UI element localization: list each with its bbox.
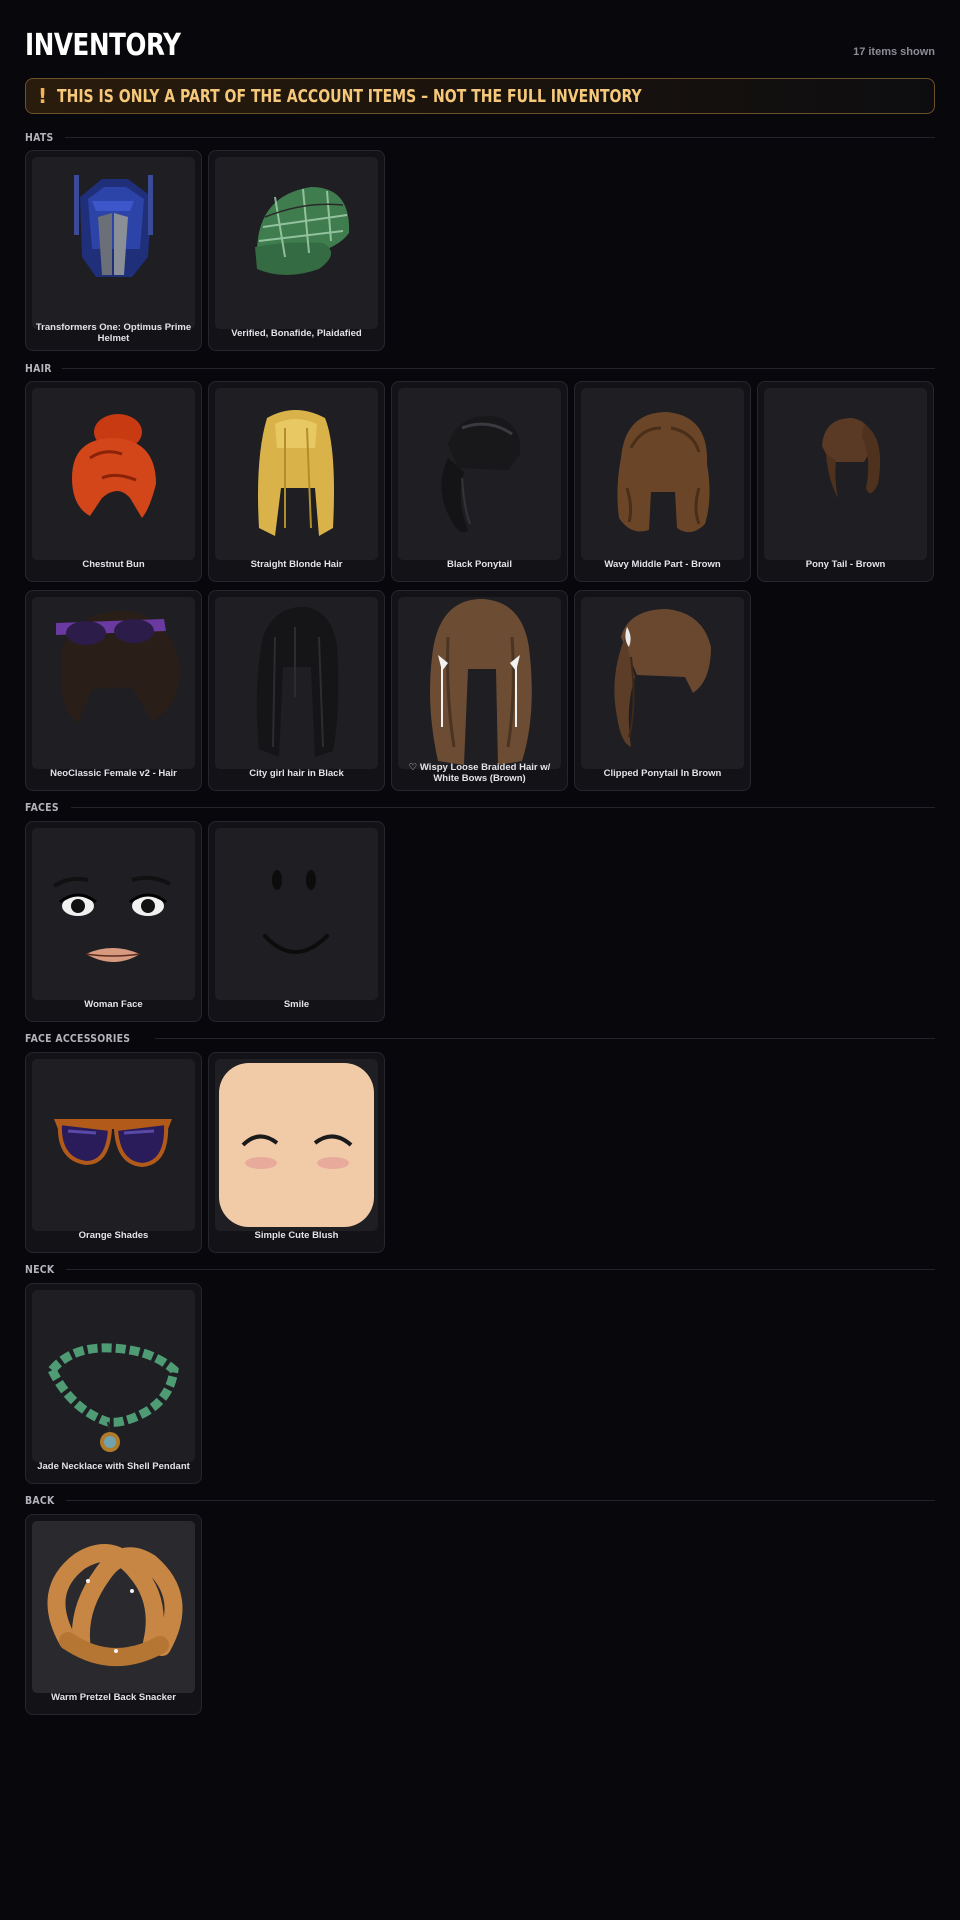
item-name: Verified, Bonafide, Plaidafied — [231, 327, 362, 339]
section-neck: NECK — [25, 1262, 935, 1276]
section-back: BACK — [25, 1493, 935, 1507]
section-label: FACE ACCESSORIES — [25, 1031, 131, 1045]
item-name: Smile — [283, 998, 310, 1010]
section-divider — [64, 136, 935, 138]
blonde-hair-icon — [215, 388, 378, 560]
section-divider — [70, 806, 935, 808]
black-long-hair-icon — [215, 597, 378, 769]
item-card[interactable]: Verified, Bonafide, Plaidafied — [208, 150, 385, 351]
jade-necklace-icon — [32, 1290, 195, 1462]
item-name: Jade Necklace with Shell Pendant — [37, 1460, 190, 1472]
warning-banner: ! THIS IS ONLY A PART OF THE ACCOUNT ITE… — [25, 78, 935, 114]
item-card[interactable]: Jade Necklace with Shell Pendant — [25, 1283, 202, 1484]
section-label: HATS — [25, 130, 54, 144]
plaid-cap-icon — [215, 157, 378, 329]
section-label: NECK — [25, 1262, 55, 1276]
item-name: ♡ Wispy Loose Braided Hair w/ White Bows… — [408, 762, 551, 784]
section-label: FACES — [25, 800, 59, 814]
item-card[interactable]: Straight Blonde Hair — [208, 381, 385, 582]
item-name: Clipped Ponytail In Brown — [603, 767, 722, 779]
item-card[interactable]: Warm Pretzel Back Snacker — [25, 1514, 202, 1715]
hair-with-glasses-icon — [32, 597, 195, 769]
item-card[interactable]: Orange Shades — [25, 1052, 202, 1253]
pretzel-icon — [32, 1521, 195, 1693]
black-ponytail-icon — [398, 388, 561, 560]
red-bun-hair-icon — [32, 388, 195, 560]
item-name: Transformers One: Optimus Prime Helmet — [35, 322, 192, 344]
section-divider — [65, 1268, 935, 1270]
optimus-helmet-icon — [32, 157, 195, 329]
item-name: Black Ponytail — [447, 558, 512, 570]
page-header: INVENTORY 17 items shown — [25, 24, 935, 64]
section-label: HAIR — [25, 361, 52, 375]
braided-hair-bows-icon — [398, 597, 561, 769]
section-face-accessories: FACE ACCESSORIES — [25, 1031, 935, 1045]
section-divider — [65, 1499, 935, 1501]
item-card[interactable]: Simple Cute Blush — [208, 1052, 385, 1253]
smile-face-icon — [215, 828, 378, 1000]
section-hair: HAIR — [25, 361, 935, 375]
blush-face-icon — [215, 1059, 378, 1231]
items-count: 17 items shown — [853, 46, 935, 58]
page-title: INVENTORY — [25, 28, 181, 63]
item-name: NeoClassic Female v2 - Hair — [50, 767, 177, 779]
warning-icon: ! — [38, 84, 48, 108]
item-name: Warm Pretzel Back Snacker — [51, 1691, 176, 1703]
item-card[interactable]: Clipped Ponytail In Brown — [574, 590, 751, 791]
item-card[interactable]: Woman Face — [25, 821, 202, 1022]
item-name: Pony Tail - Brown — [805, 558, 886, 570]
item-card[interactable]: Smile — [208, 821, 385, 1022]
section-faces: FACES — [25, 800, 935, 814]
item-name: City girl hair in Black — [249, 767, 344, 779]
warning-text: THIS IS ONLY A PART OF THE ACCOUNT ITEMS… — [57, 85, 642, 107]
item-card[interactable]: City girl hair in Black — [208, 590, 385, 791]
item-name: Simple Cute Blush — [254, 1229, 339, 1241]
item-card[interactable]: Transformers One: Optimus Prime Helmet — [25, 150, 202, 351]
section-divider — [154, 1037, 935, 1039]
orange-shades-icon — [32, 1059, 195, 1231]
item-name: Chestnut Bun — [82, 558, 145, 570]
wavy-brown-hair-icon — [581, 388, 744, 560]
woman-face-icon — [32, 828, 195, 1000]
item-name: Wavy Middle Part - Brown — [604, 558, 721, 570]
section-hats: HATS — [25, 130, 935, 144]
clipped-ponytail-icon — [581, 597, 744, 769]
item-card[interactable]: Chestnut Bun — [25, 381, 202, 582]
item-card[interactable]: Wavy Middle Part - Brown — [574, 381, 751, 582]
item-card[interactable]: ♡ Wispy Loose Braided Hair w/ White Bows… — [391, 590, 568, 791]
item-name: Straight Blonde Hair — [250, 558, 343, 570]
item-name: Woman Face — [84, 998, 143, 1010]
section-label: BACK — [25, 1493, 55, 1507]
item-card[interactable]: Black Ponytail — [391, 381, 568, 582]
item-card[interactable]: NeoClassic Female v2 - Hair — [25, 590, 202, 791]
item-card[interactable]: Pony Tail - Brown — [757, 381, 934, 582]
item-name: Orange Shades — [78, 1229, 149, 1241]
inventory-page: INVENTORY 17 items shown ! THIS IS ONLY … — [0, 0, 960, 1920]
brown-ponytail-icon — [764, 388, 927, 560]
section-divider — [62, 367, 935, 369]
